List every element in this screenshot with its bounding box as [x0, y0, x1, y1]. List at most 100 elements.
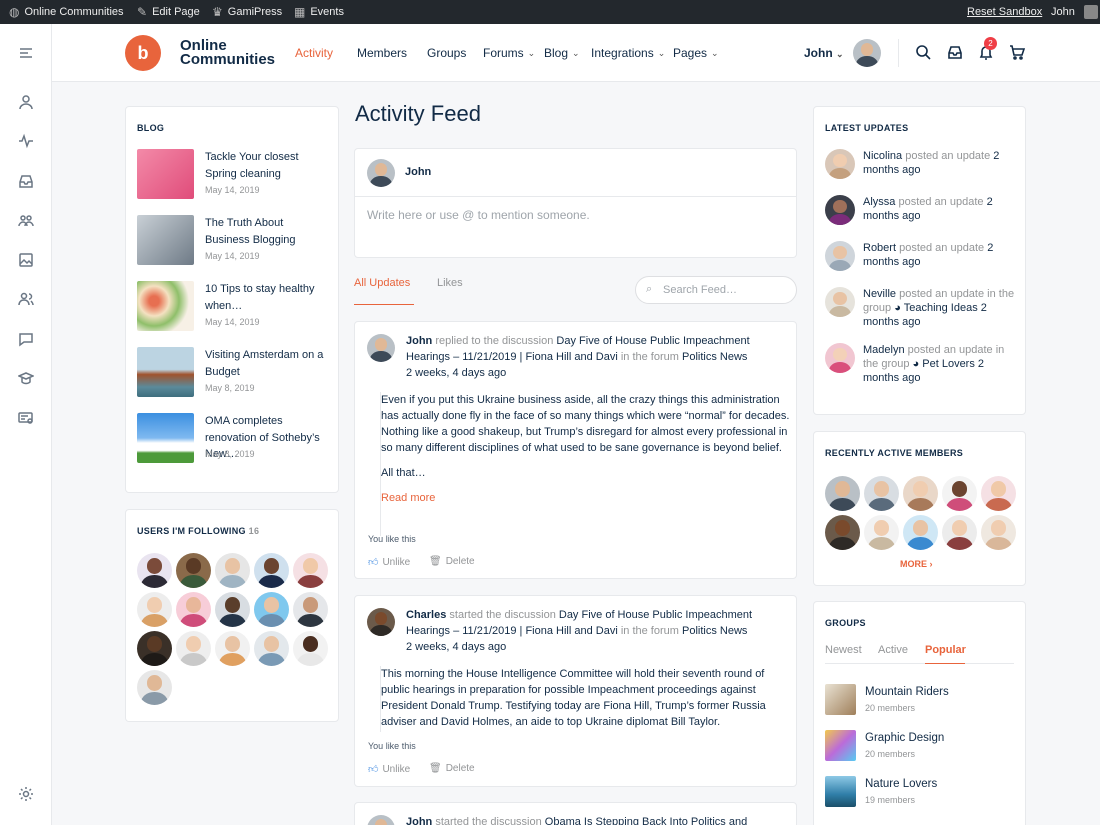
admin-user-menu[interactable]: John: [1051, 0, 1098, 24]
member-avatar[interactable]: [942, 515, 977, 550]
group-thumbnail[interactable]: [825, 684, 856, 715]
blog-item-title[interactable]: Visiting Amsterdam on a Budget: [205, 347, 330, 380]
courses-icon[interactable]: [0, 366, 52, 390]
delete-button[interactable]: 🗑︎ Delete: [429, 763, 475, 774]
blog-item[interactable]: Tackle Your closest Spring cleaning May …: [137, 149, 327, 201]
update-avatar[interactable]: [825, 343, 855, 373]
nav-pages[interactable]: Pages ⌄: [673, 46, 719, 60]
groups-tab-newest[interactable]: Newest: [825, 644, 862, 656]
blog-thumbnail[interactable]: [137, 215, 194, 265]
blog-item[interactable]: OMA completes renovation of Sotheby’s Ne…: [137, 413, 327, 465]
post-author-avatar[interactable]: [367, 608, 395, 636]
post-author-avatar[interactable]: [367, 815, 395, 825]
cart-icon[interactable]: [1009, 44, 1027, 62]
nav-forums[interactable]: Forums ⌄: [483, 46, 535, 60]
blog-thumbnail[interactable]: [137, 347, 194, 397]
post-author-avatar[interactable]: [367, 334, 395, 362]
blog-thumbnail[interactable]: [137, 413, 194, 463]
blog-thumbnail[interactable]: [137, 149, 194, 199]
groups-tab-popular[interactable]: Popular: [925, 644, 966, 656]
unlike-button[interactable]: 👍︎ Unlike: [368, 763, 410, 776]
post-author-link[interactable]: John: [406, 335, 432, 347]
update-group-link[interactable]: Teaching Ideas: [904, 302, 978, 314]
member-avatar[interactable]: [254, 592, 289, 627]
group-thumbnail[interactable]: [825, 730, 856, 761]
tab-likes[interactable]: Likes: [437, 277, 463, 289]
member-avatar[interactable]: [176, 631, 211, 666]
update-avatar[interactable]: [825, 287, 855, 317]
reset-sandbox-link[interactable]: Reset Sandbox: [967, 0, 1042, 24]
group-thumbnail[interactable]: [825, 776, 856, 807]
member-avatar[interactable]: [176, 553, 211, 588]
site-logo-text[interactable]: Online Communities: [180, 38, 275, 67]
blog-item-title[interactable]: Tackle Your closest Spring cleaning: [205, 149, 330, 182]
admin-events[interactable]: ▦ Events: [294, 0, 344, 24]
group-item[interactable]: Nature Lovers 19 members: [825, 776, 1020, 812]
update-avatar[interactable]: [825, 241, 855, 271]
search-icon[interactable]: [915, 44, 933, 62]
member-avatar[interactable]: [137, 553, 172, 588]
certificates-icon[interactable]: [0, 406, 52, 430]
update-user-link[interactable]: Nicolina: [863, 150, 902, 162]
blog-item[interactable]: The Truth About Business Blogging May 14…: [137, 215, 327, 267]
member-avatar[interactable]: [293, 631, 328, 666]
nav-members[interactable]: Members: [357, 46, 407, 60]
update-avatar[interactable]: [825, 195, 855, 225]
member-avatar[interactable]: [215, 592, 250, 627]
member-avatar[interactable]: [864, 515, 899, 550]
member-avatar[interactable]: [137, 631, 172, 666]
forums-icon[interactable]: [0, 327, 52, 351]
post-forum-link[interactable]: Politics News: [682, 351, 747, 363]
search-feed-input[interactable]: ⌕ Search Feed…: [635, 276, 797, 304]
update-user-link[interactable]: Madelyn: [863, 344, 905, 356]
member-avatar[interactable]: [137, 670, 172, 705]
member-avatar[interactable]: [254, 631, 289, 666]
profile-icon[interactable]: [0, 90, 52, 114]
blog-item-title[interactable]: 10 Tips to stay healthy when…: [205, 281, 330, 314]
blog-item[interactable]: Visiting Amsterdam on a Budget May 8, 20…: [137, 347, 327, 399]
inbox-icon[interactable]: [0, 169, 52, 193]
member-avatar[interactable]: [903, 476, 938, 511]
nav-groups[interactable]: Groups: [427, 46, 466, 60]
member-avatar[interactable]: [176, 592, 211, 627]
member-avatar[interactable]: [825, 476, 860, 511]
groups-tab-active[interactable]: Active: [878, 644, 908, 656]
tab-all-updates[interactable]: All Updates: [354, 277, 410, 289]
group-item[interactable]: Graphic Design 20 members: [825, 730, 1020, 766]
update-user-link[interactable]: Alyssa: [863, 196, 895, 208]
nav-activity[interactable]: Activity: [295, 46, 333, 60]
read-more-link[interactable]: Read more: [381, 490, 790, 506]
menu-icon[interactable]: [0, 41, 52, 65]
nav-blog[interactable]: Blog ⌄: [544, 46, 580, 60]
member-avatar[interactable]: [864, 476, 899, 511]
group-item[interactable]: Mountain Riders 20 members: [825, 684, 1020, 720]
member-avatar[interactable]: [825, 515, 860, 550]
admin-site-link[interactable]: ◍ Online Communities: [9, 0, 124, 24]
update-avatar[interactable]: [825, 149, 855, 179]
blog-item-title[interactable]: The Truth About Business Blogging: [205, 215, 330, 248]
header-avatar[interactable]: [853, 39, 881, 67]
blog-item[interactable]: 10 Tips to stay healthy when… May 14, 20…: [137, 281, 327, 333]
member-avatar[interactable]: [137, 592, 172, 627]
member-avatar[interactable]: [293, 592, 328, 627]
member-avatar[interactable]: [254, 553, 289, 588]
delete-button[interactable]: 🗑︎ Delete: [429, 556, 475, 567]
group-name[interactable]: Nature Lovers: [865, 778, 937, 790]
photos-icon[interactable]: [0, 248, 52, 272]
member-avatar[interactable]: [293, 553, 328, 588]
nav-integrations[interactable]: Integrations ⌄: [591, 46, 665, 60]
unlike-button[interactable]: 👍︎ Unlike: [368, 556, 410, 569]
member-avatar[interactable]: [981, 476, 1016, 511]
groups-icon[interactable]: [0, 208, 52, 232]
update-group-link[interactable]: Pet Lovers: [922, 358, 975, 370]
site-logo-icon[interactable]: b: [125, 35, 161, 71]
update-user-link[interactable]: Robert: [863, 242, 896, 254]
settings-icon[interactable]: [0, 782, 52, 806]
members-icon[interactable]: [0, 287, 52, 311]
group-name[interactable]: Graphic Design: [865, 732, 944, 744]
member-avatar[interactable]: [215, 553, 250, 588]
admin-gamipress[interactable]: ♛ GamiPress: [212, 0, 282, 24]
post-author-link[interactable]: Charles: [406, 609, 446, 621]
group-name[interactable]: Mountain Riders: [865, 686, 949, 698]
blog-thumbnail[interactable]: [137, 281, 194, 331]
